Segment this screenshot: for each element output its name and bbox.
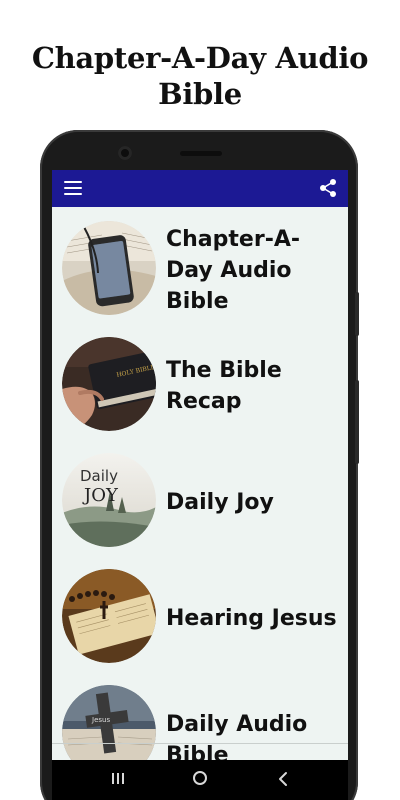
item-title: Hearing Jesus — [166, 605, 337, 631]
promo-headline: Chapter-A-Day Audio Bible — [0, 40, 400, 112]
headline-line-2: Bible — [158, 77, 242, 111]
earpiece-speaker — [180, 151, 222, 156]
phone-on-bible-photo — [62, 221, 156, 315]
list-item-hearing-jesus[interactable]: Hearing Jesus — [52, 561, 348, 671]
home-circle-icon[interactable] — [193, 771, 207, 785]
daily-joy-logo-daily: Daily — [80, 467, 118, 485]
app-store-screenshot: Chapter-A-Day Audio Bible Chapter-A-Day … — [0, 0, 400, 800]
jesus-cross-text: Jesus — [91, 716, 110, 724]
android-navigation-bar — [52, 760, 348, 800]
rosary-on-open-bible-photo — [62, 569, 156, 663]
back-triangle-icon[interactable] — [276, 771, 290, 787]
list-item-chapter-a-day[interactable]: Chapter-A-Day Audio Bible — [52, 213, 348, 323]
list-item-daily-joy[interactable]: Daily JOY Daily Joy — [52, 445, 348, 555]
hamburger-menu-icon[interactable] — [64, 181, 82, 195]
phone-screen: Chapter-A-Day Audio Bible HOLY BIBLE The… — [52, 170, 348, 800]
app-bar — [52, 170, 348, 207]
list-item-bible-recap[interactable]: HOLY BIBLE The Bible Recap — [52, 329, 348, 439]
item-title: Chapter-A-Day Audio Bible — [166, 226, 300, 314]
recents-icon[interactable] — [110, 772, 126, 786]
list-bottom-divider — [52, 743, 348, 744]
phone-power-button — [355, 380, 359, 464]
hand-on-holy-bible-photo: HOLY BIBLE — [62, 337, 156, 431]
headline-line-1: Chapter-A-Day Audio — [31, 41, 369, 75]
item-title: The Bible Recap — [166, 358, 282, 414]
front-camera — [118, 146, 132, 160]
item-title: Daily Joy — [166, 489, 274, 515]
phone-volume-button — [355, 292, 359, 336]
daily-joy-logo-joy: JOY — [82, 485, 119, 506]
share-icon[interactable] — [318, 178, 338, 198]
daily-joy-landscape-logo: Daily JOY — [62, 453, 156, 547]
